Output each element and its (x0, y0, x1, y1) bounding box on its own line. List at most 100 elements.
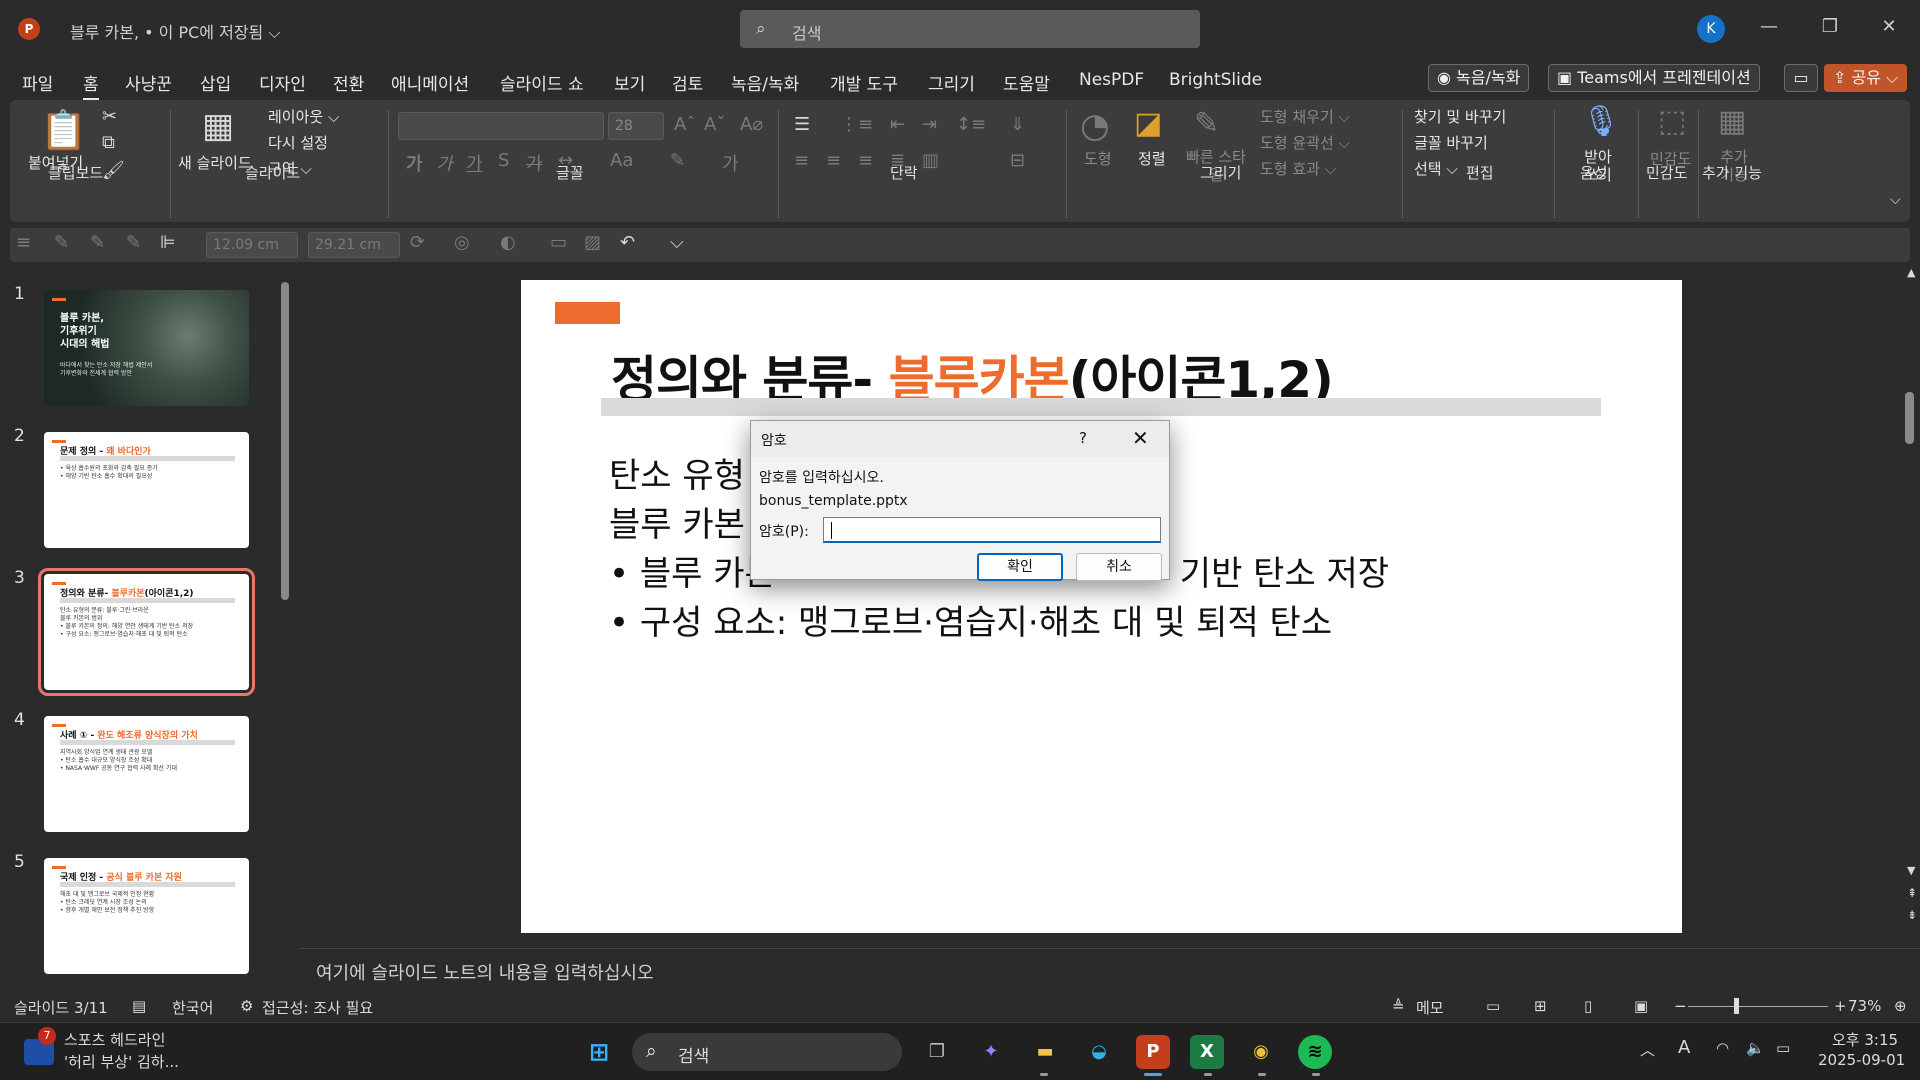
font-family-combo[interactable] (398, 112, 604, 140)
clock-time[interactable]: 오후 3:15 (1832, 1029, 1898, 1050)
ok-button[interactable]: 확인 (977, 553, 1063, 581)
spotify-icon[interactable]: ≋ (1298, 1035, 1332, 1069)
quick-styles-icon[interactable]: ✎ (1194, 106, 1219, 141)
zoom-slider[interactable] (1688, 1006, 1828, 1007)
arrange-icon[interactable]: ◪ (1134, 106, 1162, 141)
share-button[interactable]: ⇪ 공유 ⌵ (1824, 64, 1908, 92)
account-avatar[interactable]: K (1697, 15, 1725, 43)
tab-transitions[interactable]: 전환 (333, 70, 364, 95)
tab-file[interactable]: 파일 (22, 70, 53, 95)
slide-thumbnail-2[interactable]: 문제 정의 - 왜 바다인가 • 육상 흡수원의 포화와 감축 필요 증가 • … (44, 432, 249, 548)
previous-slide-icon[interactable]: ⇞ (1907, 886, 1917, 900)
pen-icon[interactable]: ✎ (90, 232, 105, 253)
slideshow-icon[interactable]: ▣ (1634, 997, 1648, 1015)
microphone-icon[interactable]: 🎙 (1582, 104, 1620, 139)
decrease-indent-icon[interactable]: ⇤ (890, 114, 905, 135)
shapes-button[interactable]: 도형 (1084, 148, 1112, 169)
font-size-combo[interactable]: 28 (608, 112, 664, 140)
zoom-out-icon[interactable]: − (1674, 997, 1687, 1015)
slide-sorter-icon[interactable]: ⊞ (1534, 997, 1547, 1015)
rotate-icon[interactable]: ⟳ (410, 232, 425, 253)
close-icon[interactable]: ✕ (1132, 426, 1149, 450)
volume-icon[interactable]: 🔈 (1746, 1039, 1765, 1057)
task-view-icon[interactable]: ❐ (920, 1035, 954, 1069)
slide-thumbnail-3[interactable]: 정의와 분류- 블루카본(아이콘1,2) 탄소 유형의 분류: 블루·그린·브라… (38, 568, 255, 696)
text-direction-icon[interactable]: ⇓ (1010, 114, 1025, 135)
zoom-slider-knob[interactable] (1734, 998, 1739, 1014)
paste-icon[interactable]: 📋 (40, 108, 87, 153)
accessibility-status[interactable]: 접근성: 조사 필요 (262, 997, 373, 1018)
shape-height-input[interactable]: 12.09 cm (206, 232, 298, 258)
thumbnail-scrollbar[interactable] (281, 282, 289, 600)
tab-nespdf[interactable]: NesPDF (1079, 70, 1144, 90)
start-icon[interactable]: ⊞ (582, 1035, 616, 1069)
align-center-icon[interactable]: ≡ (826, 150, 841, 171)
scroll-up-icon[interactable]: ▲ (1907, 266, 1915, 279)
underline-icon[interactable]: 가 (466, 150, 483, 176)
shrink-font-icon[interactable]: Aˇ (704, 114, 725, 135)
powerpoint-icon[interactable]: P (1136, 1035, 1170, 1069)
arrange-button[interactable]: 정렬 (1138, 148, 1166, 169)
cancel-button[interactable]: 취소 (1076, 553, 1162, 581)
tab-design[interactable]: 디자인 (259, 70, 306, 95)
file-explorer-icon[interactable]: ▬ (1028, 1035, 1062, 1069)
tab-draw[interactable]: 그리기 (928, 70, 975, 95)
tab-brightslide[interactable]: BrightSlide (1169, 70, 1262, 90)
shadow-icon[interactable]: S (498, 150, 509, 171)
notes-pane[interactable]: 여기에 슬라이드 노트의 내용을 입력하십시오 (300, 948, 1920, 988)
canvas-scrollbar[interactable]: ▲ ▼ ⇞ ⇟ (1905, 266, 1920, 946)
slide-thumbnail-5[interactable]: 국제 인정 - 공식 블루 카본 자원 해초 대 및 맹그로브 국제적 인정 현… (44, 858, 249, 974)
news-subtitle[interactable]: '허리 부상' 김하... (64, 1051, 179, 1072)
picture-icon[interactable]: ▨ (584, 232, 601, 253)
language-indicator[interactable]: 한국어 (172, 997, 213, 1018)
text-icon[interactable]: ≡ (16, 232, 31, 253)
tab-hunter[interactable]: 사냥꾼 (125, 70, 172, 95)
tab-animations[interactable]: 애니메이션 (391, 70, 469, 95)
find-replace-button[interactable]: 찾기 및 바꾸기 (1414, 106, 1506, 127)
layout-button[interactable]: 레이아웃 ⌵ (268, 106, 339, 127)
normal-view-icon[interactable]: ▭ (1486, 997, 1500, 1015)
spell-check-icon[interactable]: ▤ (132, 997, 146, 1015)
tab-record[interactable]: 녹음/녹화 (731, 70, 799, 95)
battery-icon[interactable]: ▭ (1776, 1039, 1790, 1057)
sensitivity-icon[interactable]: ⬚ (1658, 104, 1686, 139)
numbering-icon[interactable]: ⋮≡ (840, 114, 873, 135)
align-text-icon[interactable]: ⊟ (1010, 150, 1025, 171)
news-title[interactable]: 스포츠 헤드라인 (64, 1029, 165, 1050)
italic-icon[interactable]: 가 (436, 150, 453, 176)
align-left-icon[interactable]: ≡ (794, 150, 809, 171)
tab-help[interactable]: 도움말 (1003, 70, 1050, 95)
minimize-icon[interactable]: — (1754, 16, 1784, 37)
clear-format-icon[interactable]: A⌀ (740, 114, 763, 135)
strikethrough-icon[interactable]: 가 (526, 150, 543, 176)
align-right-icon[interactable]: ≡ (858, 150, 873, 171)
tab-review[interactable]: 검토 (672, 70, 703, 95)
tab-slideshow[interactable]: 슬라이드 쇼 (500, 70, 584, 95)
new-slide-button[interactable]: 새 슬라이드 (178, 152, 252, 173)
search-box[interactable]: ⌕ 검색 (740, 10, 1200, 48)
increase-indent-icon[interactable]: ⇥ (922, 114, 937, 135)
tab-insert[interactable]: 삽입 (200, 70, 231, 95)
reading-view-icon[interactable]: ▯ (1584, 997, 1592, 1015)
cut-icon[interactable]: ✂ (102, 106, 117, 127)
font-color-icon[interactable]: 가 (722, 150, 739, 176)
tab-view[interactable]: 보기 (614, 70, 645, 95)
slide-body-line[interactable]: • 구성 요소: 맹그로브·염습지·해초 대 및 퇴적 탄소 (609, 595, 1332, 644)
taskbar-search[interactable]: ⌕ 검색 (632, 1033, 902, 1071)
chevron-up-icon[interactable]: ︿ (1640, 1039, 1655, 1060)
undo-icon[interactable]: ↶ (620, 232, 635, 253)
comments-button[interactable]: ▭ (1784, 64, 1818, 92)
new-slide-icon[interactable]: ▦ (202, 106, 234, 146)
slide-body-line[interactable]: 블루 카본 (609, 497, 745, 546)
slide-canvas[interactable]: 정의와 분류- 블루카본(아이콘1,2) 탄소 유형 블루 카본 • 블루 카본… (521, 280, 1682, 933)
add-ins-icon[interactable]: ▦ (1718, 104, 1746, 139)
fit-to-window-icon[interactable]: ⊕ (1894, 997, 1907, 1015)
columns-icon[interactable]: ▥ (922, 150, 939, 171)
customize-qat-icon[interactable]: ⌵ (670, 232, 684, 253)
format-painter-icon[interactable]: 🖌 (102, 160, 125, 181)
record-button[interactable]: ◉ 녹음/녹화 (1428, 64, 1530, 92)
tab-developer[interactable]: 개발 도구 (830, 70, 898, 95)
edge-icon[interactable]: ◒ (1082, 1035, 1116, 1069)
shape-icon[interactable]: ◐ (500, 232, 516, 253)
pen-icon[interactable]: ✎ (54, 232, 69, 253)
